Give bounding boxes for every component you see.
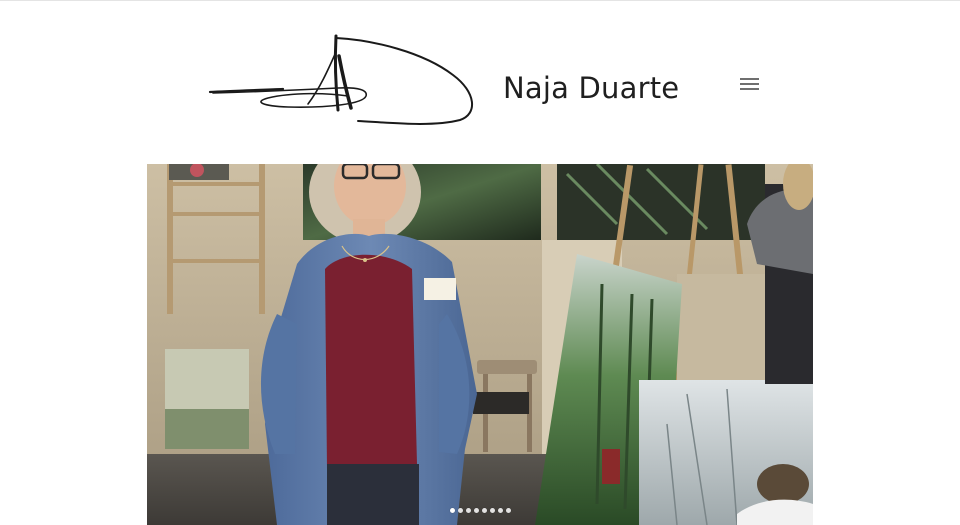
slide-dot[interactable] bbox=[489, 508, 495, 513]
page: Naja Duarte bbox=[0, 0, 960, 525]
slide-dot[interactable] bbox=[497, 508, 503, 513]
slide-dot[interactable] bbox=[505, 508, 511, 513]
slide-dot[interactable] bbox=[465, 508, 471, 513]
hero-slideshow[interactable] bbox=[147, 164, 813, 525]
slide-dot[interactable] bbox=[457, 508, 463, 513]
menu-bar-line bbox=[740, 88, 759, 90]
slide-dot[interactable] bbox=[449, 508, 455, 513]
slide-dot[interactable] bbox=[481, 508, 487, 513]
signature-logo[interactable] bbox=[208, 30, 480, 128]
artist-portrait-photo bbox=[147, 164, 813, 525]
slideshow-pagination bbox=[147, 508, 813, 520]
site-header: Naja Duarte bbox=[0, 0, 960, 160]
menu-bar-line bbox=[740, 83, 759, 85]
menu-bar-line bbox=[740, 78, 759, 80]
slide-dot[interactable] bbox=[473, 508, 479, 513]
site-title[interactable]: Naja Duarte bbox=[503, 70, 679, 106]
hamburger-menu-icon[interactable] bbox=[736, 72, 764, 98]
